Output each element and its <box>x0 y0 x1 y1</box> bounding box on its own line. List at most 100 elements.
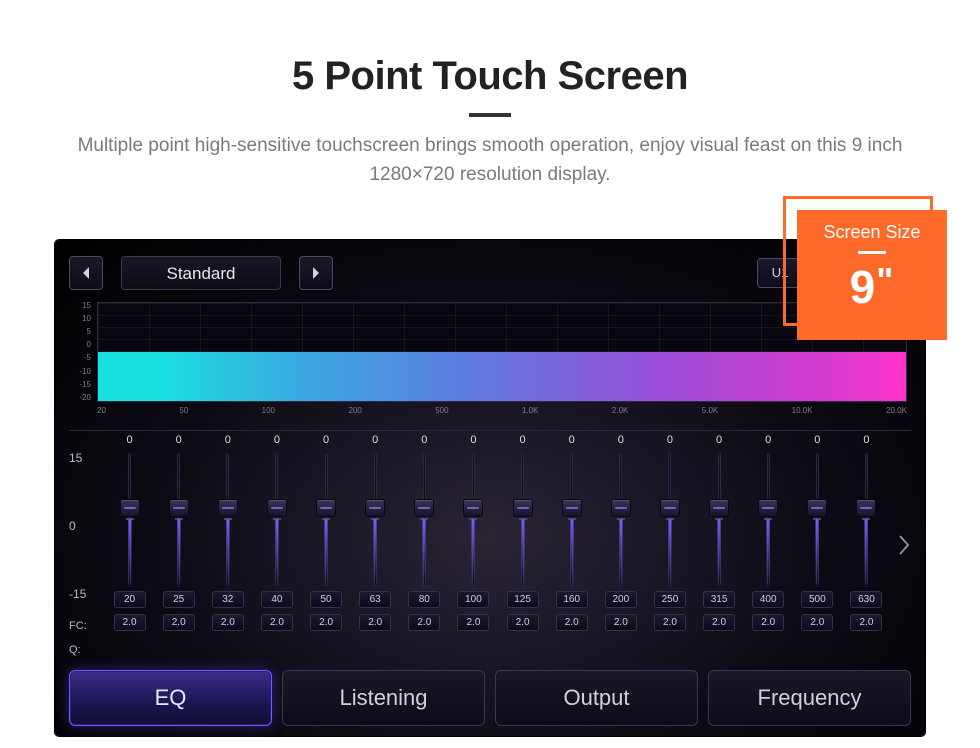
spectrum-y-axis: 151050-5-10-15-20 <box>69 302 95 402</box>
preset-prev-button[interactable] <box>69 256 103 290</box>
chevron-left-icon <box>80 266 92 280</box>
eq-band-20: 0202.0 <box>105 431 154 660</box>
page-subtitle: Multiple point high-sensitive touchscree… <box>40 131 940 190</box>
eq-band-32: 0322.0 <box>203 431 252 660</box>
eq-slider[interactable] <box>177 453 180 585</box>
eq-q-value[interactable]: 2.0 <box>752 614 784 631</box>
eq-slider[interactable] <box>275 453 278 585</box>
eq-q-value[interactable]: 2.0 <box>850 614 882 631</box>
eq-fc-value[interactable]: 400 <box>752 591 784 608</box>
eq-scale-mid: 0 <box>69 519 105 533</box>
eq-slider[interactable] <box>816 453 819 585</box>
eq-fc-value[interactable]: 160 <box>556 591 588 608</box>
eq-q-value[interactable]: 2.0 <box>212 614 244 631</box>
eq-q-value[interactable]: 2.0 <box>359 614 391 631</box>
eq-slider[interactable] <box>374 453 377 585</box>
eq-slider-thumb[interactable] <box>316 499 336 517</box>
size-badge-unit: " <box>876 260 894 301</box>
eq-gain-value: 0 <box>421 431 427 449</box>
eq-slider[interactable] <box>128 453 131 585</box>
eq-slider-thumb[interactable] <box>267 499 287 517</box>
eq-fc-value[interactable]: 250 <box>654 591 686 608</box>
eq-q-value[interactable]: 2.0 <box>605 614 637 631</box>
eq-fc-value[interactable]: 63 <box>359 591 391 608</box>
tab-frequency[interactable]: Frequency <box>708 670 911 726</box>
eq-slider[interactable] <box>325 453 328 585</box>
eq-slider-thumb[interactable] <box>414 499 434 517</box>
tab-eq[interactable]: EQ <box>69 670 272 726</box>
eq-q-value[interactable]: 2.0 <box>261 614 293 631</box>
mode-tabs: EQListeningOutputFrequency <box>69 670 911 726</box>
eq-slider-thumb[interactable] <box>758 499 778 517</box>
eq-slider[interactable] <box>472 453 475 585</box>
eq-q-value[interactable]: 2.0 <box>654 614 686 631</box>
eq-slider-thumb[interactable] <box>463 499 483 517</box>
eq-slider[interactable] <box>718 453 721 585</box>
eq-band-250: 02502.0 <box>645 431 694 660</box>
eq-q-value[interactable]: 2.0 <box>703 614 735 631</box>
eq-slider-thumb[interactable] <box>856 499 876 517</box>
eq-fc-value[interactable]: 200 <box>605 591 637 608</box>
x-tick: 50 <box>179 406 188 420</box>
eq-fc-value[interactable]: 125 <box>507 591 539 608</box>
eq-slider-thumb[interactable] <box>120 499 140 517</box>
eq-slider[interactable] <box>865 453 868 585</box>
y-tick: 15 <box>69 302 95 310</box>
eq-slider-thumb[interactable] <box>169 499 189 517</box>
eq-slider-thumb[interactable] <box>562 499 582 517</box>
eq-q-value[interactable]: 2.0 <box>310 614 342 631</box>
y-tick: 0 <box>69 341 95 349</box>
eq-fc-value[interactable]: 100 <box>457 591 489 608</box>
eq-q-value[interactable]: 2.0 <box>114 614 146 631</box>
eq-band-40: 0402.0 <box>252 431 301 660</box>
eq-slider[interactable] <box>226 453 229 585</box>
x-tick: 100 <box>262 406 275 420</box>
eq-gain-value: 0 <box>520 431 526 449</box>
eq-fc-value[interactable]: 25 <box>163 591 195 608</box>
y-tick: -20 <box>69 394 95 402</box>
eq-fc-value[interactable]: 32 <box>212 591 244 608</box>
eq-slider[interactable] <box>668 453 671 585</box>
eq-q-value[interactable]: 2.0 <box>507 614 539 631</box>
eq-slider-thumb[interactable] <box>513 499 533 517</box>
eq-fc-value[interactable]: 630 <box>850 591 882 608</box>
eq-fc-value[interactable]: 40 <box>261 591 293 608</box>
eq-slider-thumb[interactable] <box>218 499 238 517</box>
eq-slider-thumb[interactable] <box>660 499 680 517</box>
tab-listening[interactable]: Listening <box>282 670 485 726</box>
eq-slider[interactable] <box>521 453 524 585</box>
equalizer-panel: 15 0 -15 FC: Q: 0202.00252.00322.00402.0… <box>69 430 911 660</box>
x-tick: 200 <box>348 406 361 420</box>
eq-more-button[interactable] <box>895 526 913 564</box>
eq-band-400: 04002.0 <box>744 431 793 660</box>
eq-fc-value[interactable]: 500 <box>801 591 833 608</box>
eq-q-value[interactable]: 2.0 <box>163 614 195 631</box>
preset-name[interactable]: Standard <box>121 256 281 290</box>
eq-slider-thumb[interactable] <box>709 499 729 517</box>
eq-slider-thumb[interactable] <box>611 499 631 517</box>
eq-q-value[interactable]: 2.0 <box>556 614 588 631</box>
eq-band-500: 05002.0 <box>793 431 842 660</box>
eq-fc-value[interactable]: 50 <box>310 591 342 608</box>
eq-slider[interactable] <box>619 453 622 585</box>
x-tick: 20 <box>97 406 106 420</box>
eq-slider[interactable] <box>570 453 573 585</box>
tab-output[interactable]: Output <box>495 670 698 726</box>
preset-next-button[interactable] <box>299 256 333 290</box>
eq-q-value[interactable]: 2.0 <box>457 614 489 631</box>
eq-fc-value[interactable]: 315 <box>703 591 735 608</box>
x-tick: 20.0K <box>886 406 907 420</box>
eq-slider-thumb[interactable] <box>807 499 827 517</box>
y-tick: -15 <box>69 381 95 389</box>
eq-scale-min: -15 <box>69 587 105 601</box>
eq-q-value[interactable]: 2.0 <box>801 614 833 631</box>
eq-scale: 15 0 -15 <box>69 431 105 601</box>
eq-slider[interactable] <box>767 453 770 585</box>
eq-band-160: 01602.0 <box>547 431 596 660</box>
eq-q-value[interactable]: 2.0 <box>408 614 440 631</box>
spectrum-x-axis: 20501002005001.0K2.0K5.0K10.0K20.0K <box>97 406 907 420</box>
eq-slider[interactable] <box>423 453 426 585</box>
eq-fc-value[interactable]: 80 <box>408 591 440 608</box>
eq-fc-value[interactable]: 20 <box>114 591 146 608</box>
eq-slider-thumb[interactable] <box>365 499 385 517</box>
